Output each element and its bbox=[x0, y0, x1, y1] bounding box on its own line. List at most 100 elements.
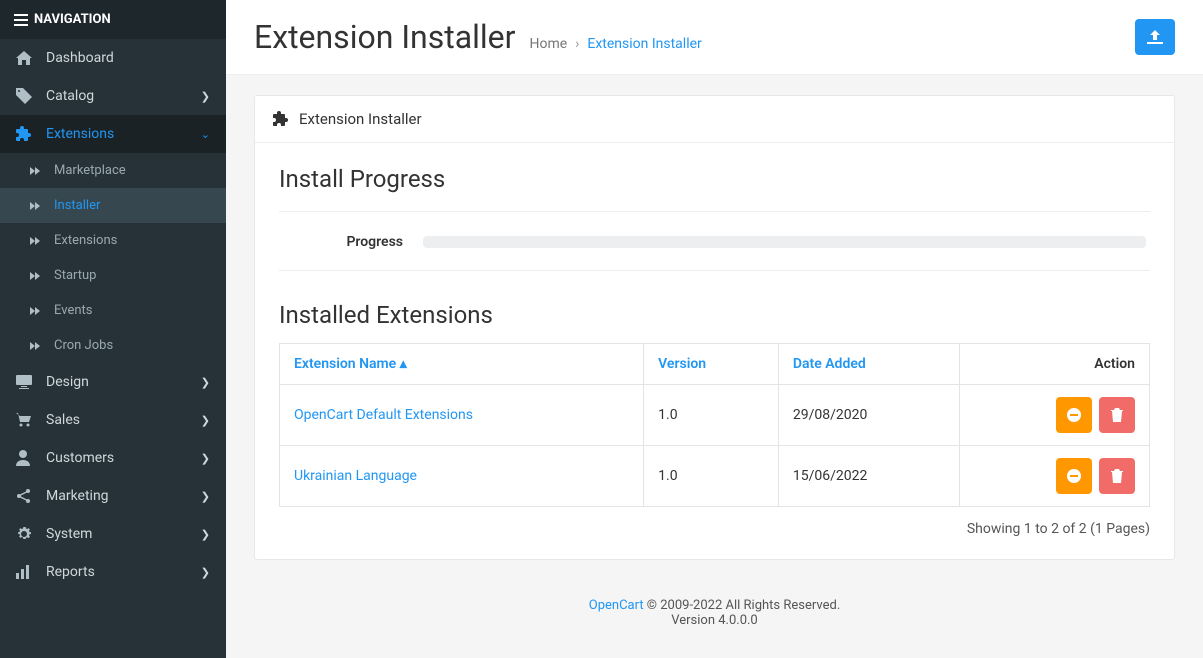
chart-icon bbox=[16, 565, 36, 579]
tag-icon bbox=[16, 88, 36, 104]
angle-icon bbox=[30, 202, 46, 210]
extension-version: 1.0 bbox=[644, 385, 779, 446]
extension-date: 29/08/2020 bbox=[778, 385, 959, 446]
footer-copyright: © 2009-2022 All Rights Reserved. bbox=[644, 598, 841, 613]
sidebar-item-label: Design bbox=[46, 374, 89, 390]
main-content: Extension Installer Home › Extension Ins… bbox=[226, 0, 1203, 658]
delete-button[interactable] bbox=[1099, 458, 1135, 494]
sidebar-item-design[interactable]: Design ❯ bbox=[0, 363, 226, 401]
upload-icon bbox=[1147, 30, 1163, 44]
footer-version: Version 4.0.0.0 bbox=[226, 613, 1203, 628]
panel-header: Extension Installer bbox=[255, 96, 1174, 143]
nav-header-label: NAVIGATION bbox=[34, 12, 111, 27]
sidebar-item-extensions[interactable]: Extensions ⌄ bbox=[0, 115, 226, 153]
progress-row: Progress bbox=[279, 230, 1150, 271]
angle-icon bbox=[30, 272, 46, 280]
sidebar-item-customers[interactable]: Customers ❯ bbox=[0, 439, 226, 477]
sidebar-item-label: Sales bbox=[46, 412, 80, 428]
table-row: OpenCart Default Extensions 1.0 29/08/20… bbox=[280, 385, 1150, 446]
extension-link[interactable]: OpenCart Default Extensions bbox=[294, 407, 473, 423]
hamburger-icon bbox=[14, 14, 28, 26]
uninstall-button[interactable] bbox=[1056, 458, 1092, 494]
user-icon bbox=[16, 450, 36, 466]
sidebar-item-marketing[interactable]: Marketing ❯ bbox=[0, 477, 226, 515]
sidebar-item-label: Customers bbox=[46, 450, 114, 466]
angle-icon bbox=[30, 342, 46, 350]
share-icon bbox=[16, 488, 36, 504]
sidebar-item-label: Reports bbox=[46, 564, 95, 580]
upload-button[interactable] bbox=[1135, 19, 1175, 55]
footer-link[interactable]: OpenCart bbox=[589, 598, 644, 613]
breadcrumb-current[interactable]: Extension Installer bbox=[587, 36, 701, 52]
col-action-header: Action bbox=[960, 344, 1150, 385]
chevron-right-icon: ❯ bbox=[201, 90, 210, 103]
breadcrumb-home[interactable]: Home bbox=[529, 36, 567, 52]
sidebar-item-dashboard[interactable]: Dashboard bbox=[0, 39, 226, 77]
sidebar-sub-label: Installer bbox=[54, 198, 100, 213]
extension-date: 15/06/2022 bbox=[778, 446, 959, 507]
sidebar-sub-label: Events bbox=[54, 303, 92, 318]
panel: Extension Installer Install Progress Pro… bbox=[254, 95, 1175, 560]
sort-asc-icon: ▴ bbox=[400, 356, 407, 372]
angle-icon bbox=[30, 237, 46, 245]
extension-version: 1.0 bbox=[644, 446, 779, 507]
angle-icon bbox=[30, 307, 46, 315]
chevron-down-icon: ⌄ bbox=[201, 128, 210, 141]
sidebar-sub-label: Startup bbox=[54, 268, 97, 283]
cart-icon bbox=[16, 413, 36, 427]
sidebar-item-label: Marketing bbox=[46, 488, 109, 504]
col-name-header[interactable]: Extension Name ▴ bbox=[280, 344, 644, 385]
gear-icon bbox=[16, 526, 36, 542]
angle-icon bbox=[30, 167, 46, 175]
pagination-info: Showing 1 to 2 of 2 (1 Pages) bbox=[279, 521, 1150, 537]
sidebar-item-label: System bbox=[46, 526, 92, 542]
chevron-right-icon: ❯ bbox=[201, 528, 210, 541]
progress-bar bbox=[423, 236, 1146, 248]
chevron-right-icon: ❯ bbox=[201, 376, 210, 389]
chevron-right-icon: ❯ bbox=[201, 566, 210, 579]
sidebar-item-reports[interactable]: Reports ❯ bbox=[0, 553, 226, 591]
sidebar-sub-marketplace[interactable]: Marketplace bbox=[0, 153, 226, 188]
minus-circle-icon bbox=[1067, 469, 1081, 483]
sidebar-sub-cronjobs[interactable]: Cron Jobs bbox=[0, 328, 226, 363]
col-version-header[interactable]: Version bbox=[644, 344, 779, 385]
sidebar-item-catalog[interactable]: Catalog ❯ bbox=[0, 77, 226, 115]
page-title: Extension Installer bbox=[254, 18, 515, 56]
table-row: Ukrainian Language 1.0 15/06/2022 bbox=[280, 446, 1150, 507]
progress-label: Progress bbox=[283, 234, 403, 250]
panel-title: Extension Installer bbox=[299, 110, 422, 128]
sidebar: NAVIGATION Dashboard Catalog ❯ Extension… bbox=[0, 0, 226, 658]
install-progress-title: Install Progress bbox=[279, 165, 1150, 193]
sidebar-sub-label: Extensions bbox=[54, 233, 117, 248]
sidebar-sub-extensions[interactable]: Extensions bbox=[0, 223, 226, 258]
page-header: Extension Installer Home › Extension Ins… bbox=[226, 0, 1203, 75]
chevron-right-icon: ❯ bbox=[201, 452, 210, 465]
footer: OpenCart © 2009-2022 All Rights Reserved… bbox=[226, 580, 1203, 658]
sidebar-item-system[interactable]: System ❯ bbox=[0, 515, 226, 553]
chevron-right-icon: ❯ bbox=[201, 490, 210, 503]
nav-header: NAVIGATION bbox=[0, 0, 226, 39]
breadcrumb: Home › Extension Installer bbox=[529, 36, 701, 52]
delete-button[interactable] bbox=[1099, 397, 1135, 433]
desktop-icon bbox=[16, 375, 36, 389]
minus-circle-icon bbox=[1067, 408, 1081, 422]
divider bbox=[279, 211, 1150, 212]
col-date-header[interactable]: Date Added bbox=[778, 344, 959, 385]
trash-icon bbox=[1111, 469, 1123, 483]
extensions-table: Extension Name ▴ Version Date Added Acti… bbox=[279, 343, 1150, 507]
sidebar-sub-events[interactable]: Events bbox=[0, 293, 226, 328]
sidebar-sub-startup[interactable]: Startup bbox=[0, 258, 226, 293]
trash-icon bbox=[1111, 408, 1123, 422]
sidebar-item-label: Extensions bbox=[46, 126, 114, 142]
sidebar-sub-installer[interactable]: Installer bbox=[0, 188, 226, 223]
breadcrumb-separator: › bbox=[575, 36, 579, 52]
sidebar-item-label: Dashboard bbox=[46, 50, 114, 66]
dashboard-icon bbox=[16, 51, 36, 65]
sidebar-item-sales[interactable]: Sales ❯ bbox=[0, 401, 226, 439]
sidebar-sub-label: Marketplace bbox=[54, 163, 126, 178]
puzzle-icon bbox=[16, 126, 36, 142]
uninstall-button[interactable] bbox=[1056, 397, 1092, 433]
sidebar-item-label: Catalog bbox=[46, 88, 94, 104]
puzzle-icon bbox=[273, 111, 289, 127]
extension-link[interactable]: Ukrainian Language bbox=[294, 468, 417, 484]
